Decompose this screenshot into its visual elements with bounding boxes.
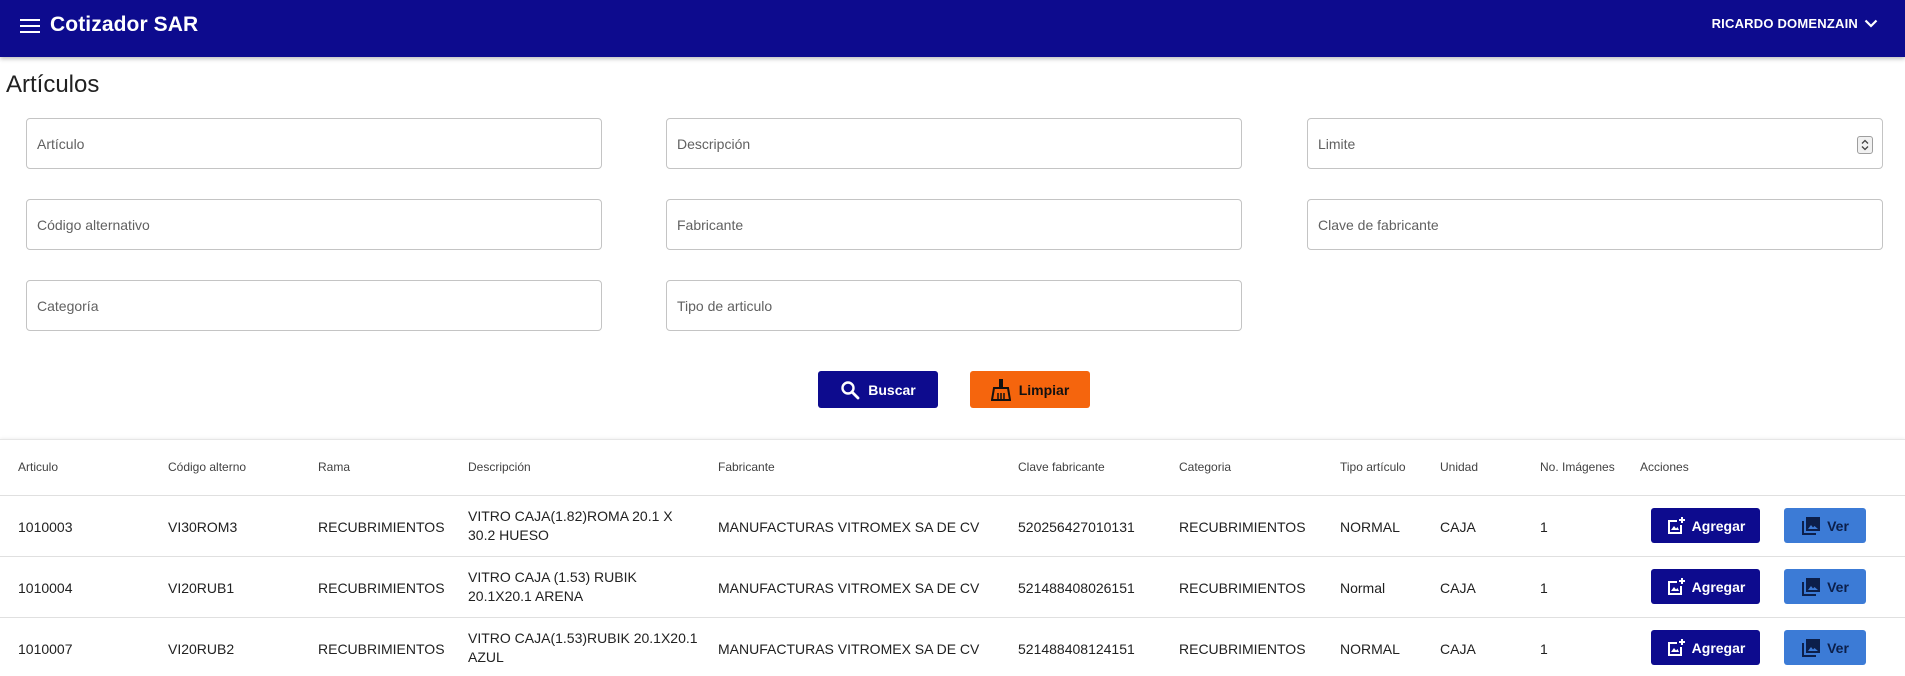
add-image-button[interactable]: Agregar <box>1651 569 1760 604</box>
cell-articulo: 1010007 <box>18 641 73 657</box>
column-header-unidad[interactable]: Unidad <box>1440 460 1478 474</box>
cell-descripcion: VITRO CAJA(1.53)RUBIK 20.1X20.1 AZUL <box>468 630 698 665</box>
cell-fabricante: MANUFACTURAS VITROMEX SA DE CV <box>718 580 980 596</box>
user-menu[interactable]: RICARDO DOMENZAIN <box>1712 16 1878 31</box>
cell-clave-fabricante: 521488408026151 <box>1018 580 1135 596</box>
cell-categoria: RECUBRIMIENTOS <box>1179 580 1306 596</box>
cell-fabricante: MANUFACTURAS VITROMEX SA DE CV <box>718 519 980 535</box>
stepper-arrows-icon <box>1861 139 1869 151</box>
column-header-codigo-alterno[interactable]: Código alterno <box>168 460 246 474</box>
cell-unidad: CAJA <box>1440 519 1476 535</box>
categoria-input[interactable] <box>27 281 601 330</box>
codigo-alternativo-input[interactable] <box>27 200 601 249</box>
add-image-button[interactable]: Agregar <box>1651 630 1760 665</box>
fabricante-field <box>666 199 1242 250</box>
tipo-articulo-field <box>666 280 1242 331</box>
add-photo-icon <box>1667 638 1685 656</box>
clear-button-label: Limpiar <box>1018 381 1070 398</box>
clave-fabricante-field <box>1307 199 1883 250</box>
add-photo-icon <box>1667 577 1685 595</box>
limite-input[interactable] <box>1308 119 1882 168</box>
view-images-label: Ver <box>1827 578 1849 595</box>
photo-library-icon <box>1802 577 1821 596</box>
user-name: RICARDO DOMENZAIN <box>1711 16 1858 31</box>
menu-icon <box>20 19 40 33</box>
cell-unidad: CAJA <box>1440 580 1476 596</box>
column-header-categoria[interactable]: Categoria <box>1179 460 1231 474</box>
cell-descripcion: VITRO CAJA (1.53) RUBIK 20.1X20.1 ARENA <box>468 569 637 604</box>
cell-fabricante: MANUFACTURAS VITROMEX SA DE CV <box>718 641 980 657</box>
cell-codigo-alterno: VI30ROM3 <box>168 519 238 535</box>
cell-articulo: 1010004 <box>18 580 73 596</box>
search-button[interactable]: Buscar <box>818 371 938 408</box>
table-row: 1010004 VI20RUB1 RECUBRIMIENTOS VITRO CA… <box>0 557 1905 618</box>
photo-library-icon <box>1802 638 1821 657</box>
menu-button[interactable] <box>14 11 46 41</box>
cell-descripcion: VITRO CAJA(1.82)ROMA 20.1 X 30.2 HUESO <box>468 508 673 543</box>
cell-tipo-articulo: NORMAL <box>1340 641 1400 657</box>
view-images-button[interactable]: Ver <box>1784 508 1866 543</box>
broom-icon <box>990 378 1011 401</box>
app-title: Cotizador SAR <box>50 13 199 36</box>
fabricante-input[interactable] <box>667 200 1241 249</box>
cell-no-imagenes: 1 <box>1540 641 1548 657</box>
column-header-rama[interactable]: Rama <box>318 460 350 474</box>
view-images-button[interactable]: Ver <box>1784 630 1866 665</box>
add-photo-icon <box>1667 516 1685 534</box>
table-row: 1010007 VI20RUB2 RECUBRIMIENTOS VITRO CA… <box>0 618 1905 676</box>
cell-codigo-alterno: VI20RUB1 <box>168 580 235 596</box>
view-images-button[interactable]: Ver <box>1784 569 1866 604</box>
cell-rama: RECUBRIMIENTOS <box>318 519 445 535</box>
view-images-label: Ver <box>1827 639 1849 656</box>
add-image-label: Agregar <box>1691 578 1746 595</box>
tipo-articulo-input[interactable] <box>667 281 1241 330</box>
articulo-field <box>26 118 602 169</box>
categoria-field <box>26 280 602 331</box>
cell-codigo-alterno: VI20RUB2 <box>168 641 235 657</box>
cell-clave-fabricante: 521488408124151 <box>1018 641 1135 657</box>
photo-library-icon <box>1802 516 1821 535</box>
cell-rama: RECUBRIMIENTOS <box>318 641 445 657</box>
column-header-no-imagenes[interactable]: No. Imágenes <box>1540 460 1615 474</box>
column-header-tipo-articulo[interactable]: Tipo artículo <box>1340 460 1406 474</box>
chevron-down-icon <box>1864 19 1878 28</box>
cell-categoria: RECUBRIMIENTOS <box>1179 641 1306 657</box>
cell-no-imagenes: 1 <box>1540 519 1548 535</box>
cell-clave-fabricante: 520256427010131 <box>1018 519 1135 535</box>
limite-stepper[interactable] <box>1857 136 1873 154</box>
cell-categoria: RECUBRIMIENTOS <box>1179 519 1306 535</box>
cell-no-imagenes: 1 <box>1540 580 1548 596</box>
clave-fabricante-input[interactable] <box>1308 200 1882 249</box>
column-header-fabricante[interactable]: Fabricante <box>718 460 775 474</box>
cell-tipo-articulo: NORMAL <box>1340 519 1400 535</box>
clear-button[interactable]: Limpiar <box>970 371 1090 408</box>
search-button-label: Buscar <box>868 381 916 398</box>
limite-field <box>1307 118 1883 169</box>
add-image-label: Agregar <box>1691 639 1746 656</box>
cell-rama: RECUBRIMIENTOS <box>318 580 445 596</box>
add-image-label: Agregar <box>1691 517 1746 534</box>
add-image-button[interactable]: Agregar <box>1651 508 1760 543</box>
cell-articulo: 1010003 <box>18 519 73 535</box>
cell-unidad: CAJA <box>1440 641 1476 657</box>
search-icon <box>841 380 860 399</box>
descripcion-field <box>666 118 1242 169</box>
page-title: Artículos <box>6 71 100 98</box>
column-header-descripcion[interactable]: Descripción <box>468 460 531 474</box>
app-bar: Cotizador SAR RICARDO DOMENZAIN <box>0 0 1905 57</box>
articulo-input[interactable] <box>27 119 601 168</box>
column-header-clave-fabricante[interactable]: Clave fabricante <box>1018 460 1105 474</box>
column-header-acciones: Acciones <box>1640 460 1689 474</box>
articles-table: Articulo Código alterno Rama Descripción… <box>0 439 1905 676</box>
view-images-label: Ver <box>1827 517 1849 534</box>
codigo-alternativo-field <box>26 199 602 250</box>
column-header-articulo[interactable]: Articulo <box>18 460 58 474</box>
descripcion-input[interactable] <box>667 119 1241 168</box>
cell-tipo-articulo: Normal <box>1340 580 1386 596</box>
table-row: 1010003 VI30ROM3 RECUBRIMIENTOS VITRO CA… <box>0 496 1905 557</box>
